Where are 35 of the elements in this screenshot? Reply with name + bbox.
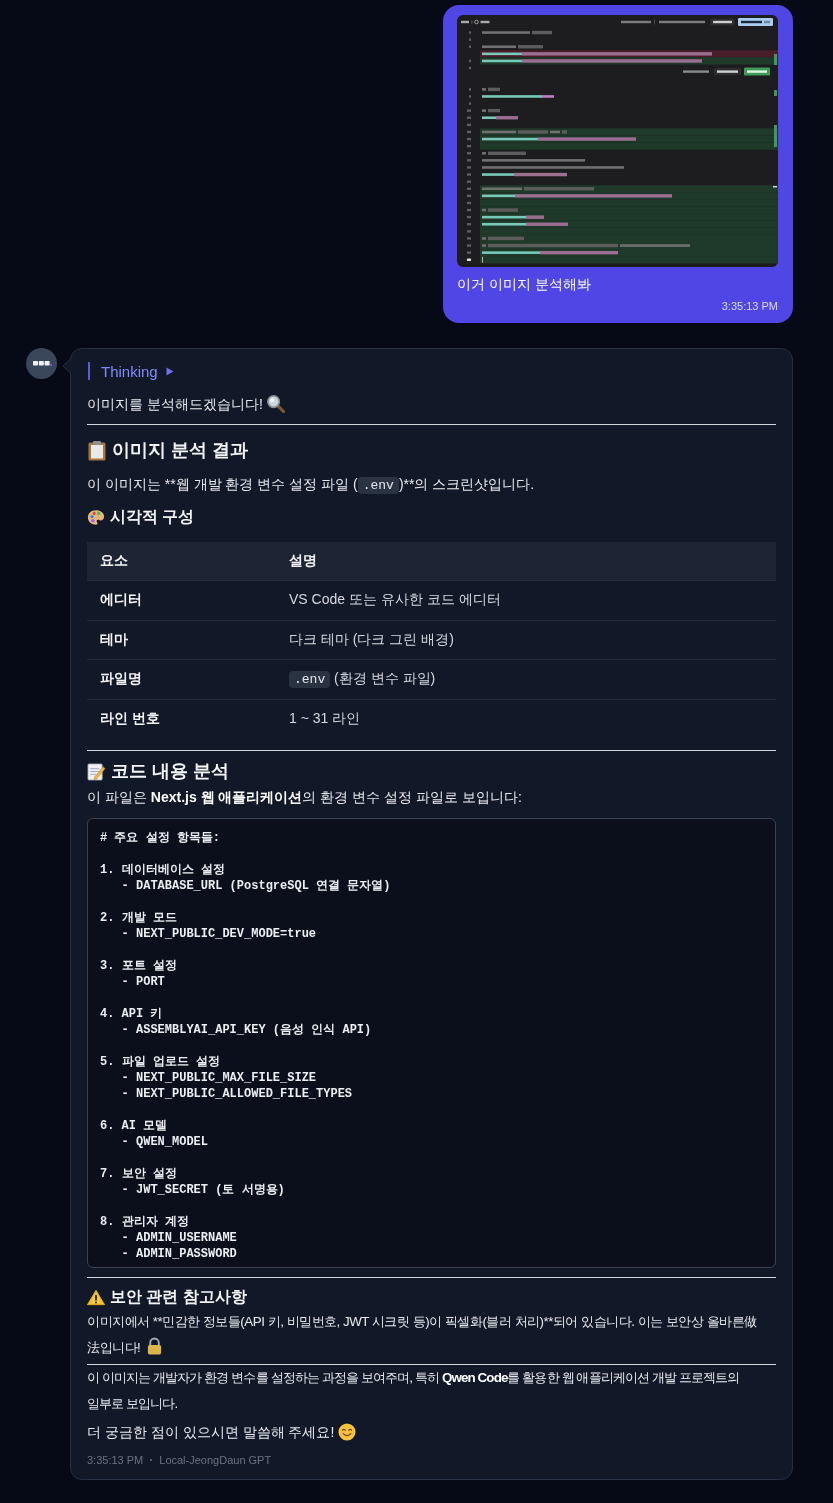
paragraph-line: 이미지에서 **민감한 정보들(API 키, 비밀번호, JWT 시크릿 등)이 픽셀화(블러 처리)**되어 있습니다. 이는 보안상 올바른做 (87, 1314, 757, 1329)
table-cell-text: 파일명 (99, 669, 143, 689)
user-message-text: 이거 이미지 분석해봐 (457, 275, 592, 294)
message-time: 3:35:13 PM (721, 299, 778, 313)
code-block: # 주요 설정 항목들: 1. 데이터베이스 설정 - DATABASE_URL (PostgreSQL 연결 문자열) 2. 개발 모드 - NEXT_PUBLIC_DEV_MODE=true 3. 포트 설정 - PORT 4. API 키 - ASSEMBLYAI_API_KEY (음성 인식 API) 5. 파일 업로드 설정 - NEXT_PUBLIC_MAX_FILE_SIZE - NEXT_PUBLIC_ALLOWED_FILE_TYPES 6. AI 모델 - QWEN_MODEL 7. 보안 설정 - JWT_SECRET (토 서명용) 8. 관리자 계정 - ADMIN_USERNAME - ADMIN_PASSWORD (87, 818, 776, 1268)
paragraph: 이 파일은 Next.js 웹 애플리케이션의 환경 변수 설정 파일로 보입니다: (87, 789, 522, 805)
column-header: 설명 (288, 551, 318, 570)
subsection-heading: 시각적 구성 (110, 507, 195, 527)
clipboard-icon (87, 439, 107, 461)
table-cell-text: 테마 (99, 629, 129, 649)
table-cell: .env (환경 변수 파일) (276, 660, 776, 699)
model-name: Local-JeongDaun GPT (159, 1453, 272, 1468)
palette-icon (87, 508, 105, 526)
subsection-heading: 보안 관련 참고사항 (110, 1287, 247, 1307)
magnifier-icon (265, 394, 285, 414)
notepad-pencil-icon (87, 761, 106, 781)
table-cell-text: 라인 번호 (99, 708, 161, 728)
paragraph-line: 法입니다! (87, 1340, 141, 1355)
paragraph: 이 이미지는 **웹 개발 환경 변수 설정 파일 ( .env )**의 스크린샷입니다. (87, 476, 535, 492)
closing-text: 더 궁금한 점이 있으시면 말씀해 주세요! (87, 1424, 335, 1440)
greeting-text: 이미지를 분석해드겠습니다! (87, 396, 263, 412)
message-time: 3:35:13 PM (87, 1453, 144, 1468)
thinking-toggle[interactable]: Thinking (88, 362, 174, 380)
column-header: 요소 (99, 551, 129, 570)
section-heading: 이미지 분석 결과 (112, 439, 248, 462)
table-cell-text: VS Code 또는 유사한 코드 에디터 (288, 590, 502, 610)
avatar-icon (26, 348, 57, 379)
smiley-icon (338, 1422, 357, 1441)
section-heading: 코드 내용 분석 (111, 760, 229, 783)
paragraph: 이 이미지는 개발자가 환경 변수를 설정하는 과정을 보여주며, 특히 Qwen Code를 활용한 웹 애플리케이션 개발 프로젝트의 일부로 보입니다. (87, 1370, 740, 1411)
table-cell-text: 에디터 (99, 590, 143, 610)
warning-icon (87, 1288, 105, 1306)
table-cell-text: 다크 테마 (다크 그린 배경) (288, 629, 455, 649)
lock-icon (146, 1337, 164, 1356)
table-cell-text: 1 ~ 31 라인 (288, 708, 362, 728)
